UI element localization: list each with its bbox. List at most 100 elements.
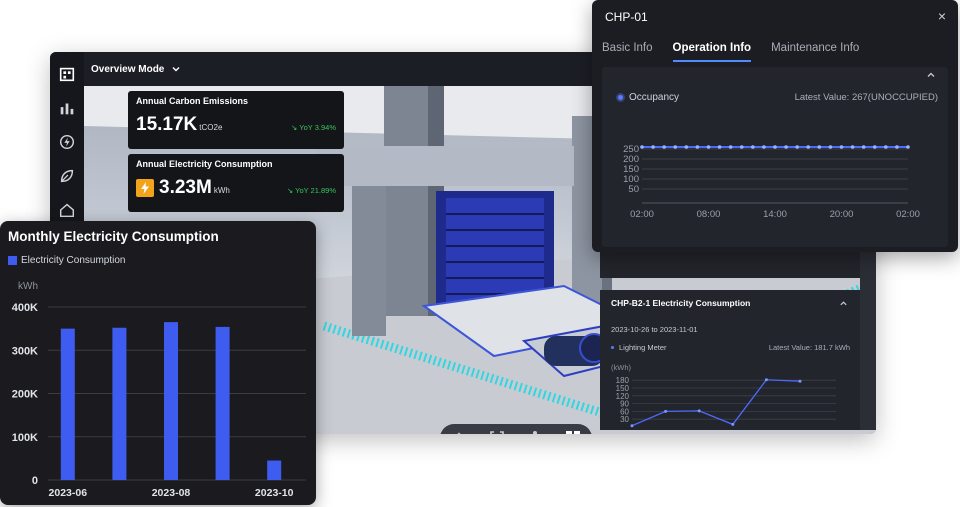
y-tick-label: 120 [616, 392, 630, 401]
occupancy-legend: Occupancy [618, 92, 679, 103]
chp2-latest-value: Latest Value: 181.7 kWh [768, 343, 850, 352]
x-tick-label: 2023-10 [255, 487, 294, 499]
data-point [717, 145, 722, 149]
y-tick-label: 150 [623, 164, 639, 175]
data-point [762, 145, 766, 149]
chevron-down-icon [172, 67, 180, 72]
x-tick-label: 2023-08 [152, 487, 191, 499]
collapsed-panel-strip [600, 252, 860, 278]
monthly-bar-chart: kWh 0 100K 200K 300K 400K 2023-06 2023-08 2023-1… [12, 281, 306, 499]
data-point [764, 378, 768, 382]
data-point [664, 409, 668, 413]
data-point [630, 424, 634, 428]
legend-dot-icon [611, 346, 614, 349]
legend-swatch-icon [8, 256, 17, 265]
x-tick-label: 02:00 [896, 209, 920, 220]
kpi-unit: tCO2e [199, 123, 223, 132]
focus-button[interactable] [486, 427, 508, 434]
kpi-yoy-value: YoY 3.94% [299, 123, 336, 132]
tab-bar: Basic Info Operation Info Maintenance In… [602, 42, 879, 62]
nav-home-icon[interactable] [56, 199, 78, 221]
data-point [640, 145, 644, 149]
y-tick-label: 60 [620, 407, 629, 416]
tab-maintenance-info[interactable]: Maintenance Info [771, 42, 859, 62]
panel-title: CHP-01 [605, 10, 648, 24]
legend-label: Electricity Consumption [21, 255, 126, 266]
y-tick-label: 0 [32, 475, 38, 487]
chp2-unit: (kWh) [611, 363, 631, 372]
occupancy-card: Occupancy Latest Value: 267(UNOCCUPIED) … [602, 67, 948, 247]
y-tick-label: 200 [623, 154, 639, 165]
data-point [795, 145, 799, 149]
y-axis-unit: kWh [18, 281, 38, 292]
data-point [684, 145, 689, 149]
panel-edge [860, 252, 876, 430]
y-tick-label: 400K [12, 302, 38, 314]
legend-dot-icon [618, 95, 623, 100]
x-tick-label: 08:00 [697, 209, 721, 220]
y-tick-label: 200K [12, 389, 38, 401]
home-icon [457, 432, 461, 434]
bar [164, 322, 178, 480]
scene-toolbar [440, 424, 592, 434]
y-tick-label: 30 [620, 415, 629, 424]
chp2-legend: Lighting Meter [611, 343, 667, 352]
data-point [673, 145, 678, 149]
panel-title: Monthly Electricity Consumption [8, 229, 219, 244]
occupancy-latest-value: Latest Value: 267(UNOCCUPIED) [794, 92, 938, 103]
y-tick-label: 100K [12, 432, 38, 444]
tab-operation-info[interactable]: Operation Info [672, 42, 752, 62]
nav-building-icon[interactable] [56, 63, 78, 85]
chp2-meter-label: Lighting Meter [619, 343, 667, 352]
chp-01-panel: CHP-01 × Basic Info Operation Info Maint… [592, 0, 958, 252]
nav-leaf-icon[interactable] [56, 165, 78, 187]
kpi-yoy: ↘ YoY 3.94% [291, 123, 336, 132]
kpi-value: 3.23M [159, 177, 212, 198]
nav-energy-icon[interactable] [56, 131, 78, 153]
data-point [828, 145, 833, 149]
nav-chart-icon[interactable] [56, 97, 78, 119]
y-tick-label: 250 [623, 144, 639, 155]
kpi-yoy-value: YoY 21.89% [295, 186, 336, 195]
data-point [773, 145, 777, 149]
y-tick-label: 100 [623, 174, 639, 185]
data-point [695, 145, 700, 149]
data-point [706, 145, 711, 149]
data-point [784, 145, 788, 149]
bar [267, 460, 282, 480]
y-tick-label: 90 [620, 400, 629, 409]
bar [60, 328, 75, 480]
grid-view-button[interactable] [562, 427, 584, 434]
data-point [751, 145, 755, 149]
data-point [850, 145, 855, 149]
kpi-value: 15.17K [136, 114, 198, 135]
bar [215, 326, 230, 480]
chp2-title: CHP-B2-1 Electricity Consumption [611, 298, 751, 308]
kpi-electricity-consumption: Annual Electricity Consumption 3.23M kWh… [128, 154, 344, 212]
trend-down-icon: ↘ [286, 186, 294, 195]
occupancy-label: Occupancy [629, 92, 680, 103]
data-point [651, 145, 655, 149]
home-view-button[interactable] [448, 427, 470, 434]
lightning-icon [136, 179, 154, 197]
data-point [798, 379, 802, 383]
chart-legend[interactable]: Electricity Consumption [8, 255, 125, 266]
y-tick-label: 300K [12, 345, 38, 357]
chevron-up-icon[interactable] [839, 299, 848, 308]
y-tick-label: 50 [628, 184, 639, 195]
x-tick-label: 20:00 [830, 209, 854, 220]
data-point [861, 145, 866, 149]
data-point [906, 145, 910, 149]
chevron-up-icon[interactable] [926, 70, 936, 80]
tab-basic-info[interactable]: Basic Info [602, 42, 653, 62]
close-button[interactable]: × [938, 8, 946, 24]
x-tick-label: 02:00 [630, 209, 654, 220]
data-point [697, 409, 701, 413]
hierarchy-button[interactable] [524, 427, 546, 434]
occupancy-line-chart: 50100150200250 02:00 08:00 14:00 20:00 02:00 [623, 144, 920, 220]
chp2-date-range: 2023-10-26 to 2023-11-01 [611, 325, 698, 334]
kpi-unit: kWh [213, 186, 230, 195]
data-point [731, 422, 735, 426]
data-point [884, 145, 888, 149]
y-tick-label: 180 [616, 376, 630, 385]
